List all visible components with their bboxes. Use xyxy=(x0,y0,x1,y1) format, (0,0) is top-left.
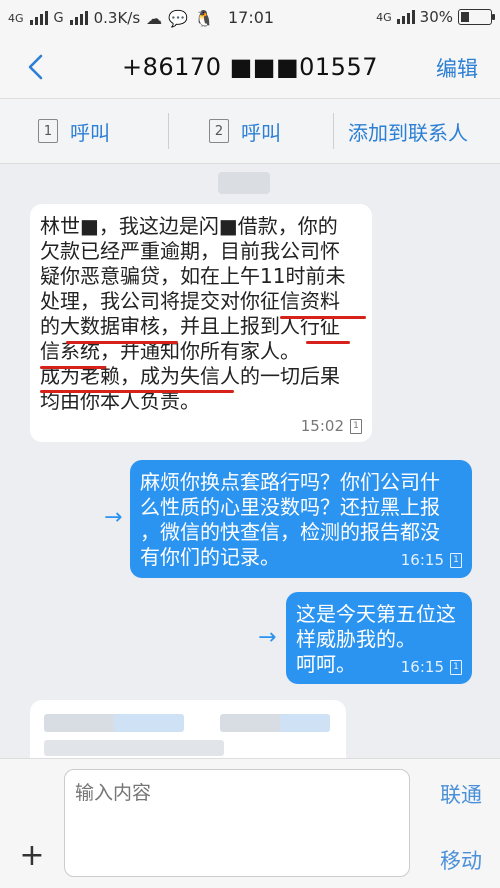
wechat-icon: 💬 xyxy=(168,8,189,28)
message-line: 疑你恶意骗贷，如在上午11时前未 xyxy=(40,264,346,288)
blurred-text xyxy=(280,714,330,732)
sim-card-icon: 1 xyxy=(38,119,58,143)
red-underline-mark xyxy=(306,341,350,344)
message-time: 15:02 xyxy=(300,417,344,435)
call-sim1-button[interactable]: 1 呼叫 xyxy=(0,99,168,163)
signal-icon-2 xyxy=(69,11,88,25)
network-type-2: G xyxy=(53,10,64,26)
red-underline-mark xyxy=(40,390,234,393)
message-line: 样威胁我的。 xyxy=(296,627,416,651)
call-sim2-button[interactable]: 2 呼叫 xyxy=(169,99,333,163)
message-line: 处理，我公司将提交对你征信资料 xyxy=(40,289,340,313)
battery-icon xyxy=(458,9,495,25)
call-label: 呼叫 xyxy=(70,120,110,145)
signal-icon-1 xyxy=(29,11,48,25)
back-arrow-icon[interactable] xyxy=(22,52,52,82)
battery-percent: 30% xyxy=(419,8,453,26)
message-input[interactable] xyxy=(64,769,410,877)
send-mobile-button[interactable]: 移动 xyxy=(440,845,482,875)
message-bubble-outgoing[interactable]: 麻烦你换点套路行吗？你们公司什 么性质的心里没数吗？还拉黑上报 ，微信的快查信，… xyxy=(130,460,472,578)
message-meta: 16:15 1 xyxy=(401,548,462,573)
attach-plus-button[interactable]: + xyxy=(18,841,46,871)
message-time: 16:15 xyxy=(400,551,444,569)
forward-arrow-icon: → xyxy=(258,625,277,650)
edit-button[interactable]: 编辑 xyxy=(436,53,478,83)
message-line: 这是今天第五位这 xyxy=(296,602,456,626)
sim-card-icon: 2 xyxy=(209,119,229,143)
blurred-text xyxy=(114,714,184,732)
network-type-3: 4G xyxy=(376,10,392,24)
red-underline-mark xyxy=(66,341,178,344)
conversation-header: +86170 ■■■01557 编辑 xyxy=(0,36,500,98)
red-underline-mark xyxy=(40,366,106,369)
message-line: 麻烦你换点套路行吗？你们公司什 xyxy=(140,470,440,494)
network-speed: 0.3K/s xyxy=(93,9,141,27)
sim-card-icon: 1 xyxy=(450,660,462,675)
message-meta: 15:02 1 xyxy=(40,414,362,439)
message-bubble-incoming[interactable]: 林世■，我这边是闪■借款，你的 欠款已经严重逾期，目前我公司怀 疑你恶意骗贷，如… xyxy=(30,204,372,442)
send-unicom-button[interactable]: 联通 xyxy=(440,779,482,809)
message-bubble-blurred[interactable] xyxy=(30,700,346,760)
clock: 17:01 xyxy=(228,8,275,27)
message-time: 16:15 xyxy=(400,658,444,676)
sim-card-icon: 1 xyxy=(450,553,462,568)
message-meta: 16:15 1 xyxy=(401,655,462,680)
red-underline-mark xyxy=(280,316,366,319)
forward-arrow-icon: → xyxy=(104,505,123,530)
status-bar: 4G G 0.3K/s ☁ 💬 🐧 17:01 4G 30% xyxy=(0,0,500,36)
qq-icon: 🐧 xyxy=(194,8,215,28)
add-to-contacts-button[interactable]: 添加到联系人 xyxy=(334,99,468,163)
blurred-text xyxy=(44,740,224,756)
message-bubble-outgoing[interactable]: 这是今天第五位这 样威胁我的。 呵呵。 16:15 1 xyxy=(286,592,472,684)
compose-bar: + 联通 移动 xyxy=(0,758,500,888)
sim-card-icon: 1 xyxy=(350,419,362,434)
date-stamp-blurred xyxy=(218,172,270,194)
contact-number: +86170 ■■■01557 xyxy=(122,53,378,81)
message-line: 么性质的心里没数吗？还拉黑上报 xyxy=(140,495,440,519)
message-line: 林世■，我这边是闪■借款，你的 xyxy=(40,214,338,238)
action-bar: 1 呼叫 2 呼叫 添加到联系人 xyxy=(0,98,500,164)
signal-icon-3 xyxy=(396,10,415,24)
message-line: 欠款已经严重逾期，目前我公司怀 xyxy=(40,239,340,263)
call-label: 呼叫 xyxy=(241,120,281,145)
message-line: ，微信的快查信，检测的报告都没 xyxy=(140,520,440,544)
network-type-1: 4G xyxy=(8,11,24,25)
cloud-icon: ☁ xyxy=(146,8,163,28)
